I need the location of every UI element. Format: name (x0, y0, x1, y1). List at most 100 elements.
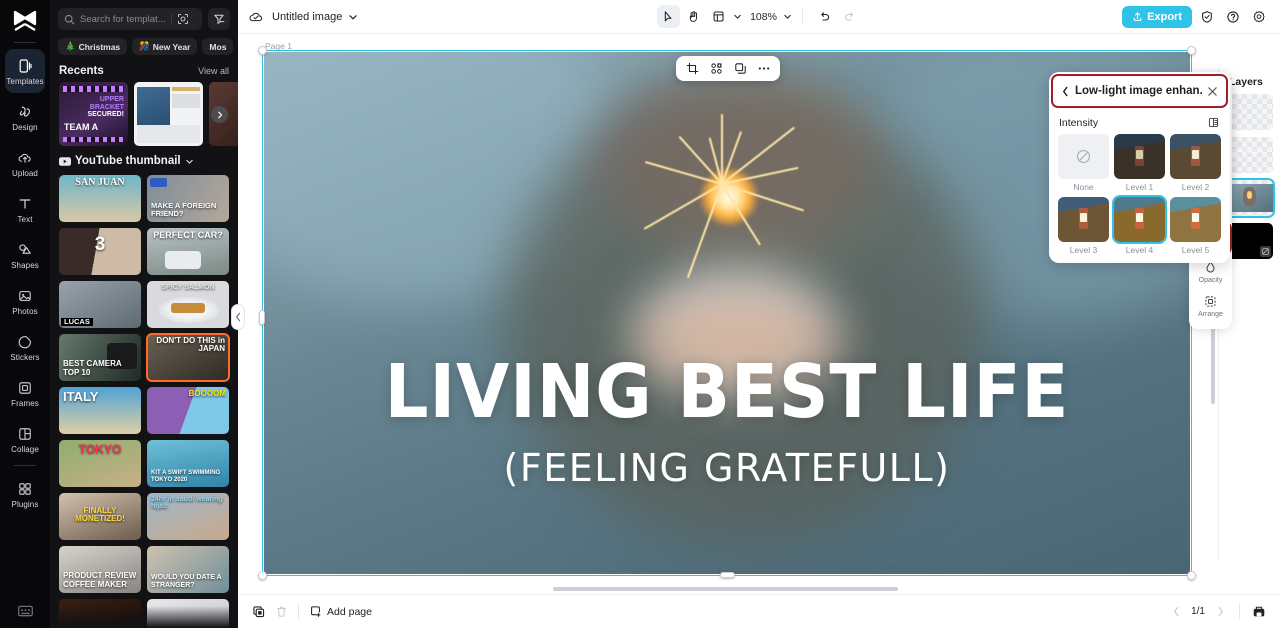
next-page-button[interactable] (1209, 601, 1231, 623)
template-card[interactable]: SPICY SALMON (147, 281, 229, 328)
sidebar-item-upload[interactable]: Upload (5, 141, 45, 185)
canvas-stage[interactable]: Page 1 LIVING BEST LIFE (FEELING GRATEFU… (238, 34, 1280, 594)
print-button[interactable] (1248, 601, 1270, 623)
chip-christmas[interactable]: 🎄 Christmas (58, 38, 128, 55)
template-card[interactable]: PREP & PACK (59, 599, 141, 628)
template-card[interactable]: TOKYO (59, 440, 141, 487)
layer-item-text[interactable]: LIVING BEST LIFE (1226, 137, 1273, 173)
chip-most[interactable]: Mos (202, 38, 234, 55)
category-header[interactable]: YouTube thumbnail (50, 146, 238, 172)
sidebar-item-design[interactable]: Design (5, 95, 45, 139)
sidebar-item-stickers[interactable]: Stickers (5, 325, 45, 369)
template-card[interactable]: ITALY (59, 387, 141, 434)
more-options-button[interactable] (753, 58, 775, 79)
layer-item-background[interactable] (1226, 223, 1273, 259)
layer-item-transparent[interactable] (1226, 94, 1273, 130)
template-card-label: SAN JUAN (75, 177, 125, 188)
template-card[interactable]: KIT A SWIFT SWIMMING TOKYO 2020 (147, 440, 229, 487)
template-card[interactable]: BEST CAMERA TOP 10 (59, 334, 141, 381)
canvas-subtitle-text[interactable]: (FEELING GRATEFULL) (264, 449, 1190, 487)
sidebar-item-collage[interactable]: Collage (5, 417, 45, 461)
chevron-down-icon[interactable] (783, 12, 792, 21)
prev-page-button[interactable] (1165, 601, 1187, 623)
template-card[interactable]: LUCAS (59, 281, 141, 328)
resize-handle-middle-left[interactable] (259, 310, 265, 325)
level-option-4[interactable]: Level 4 (1112, 195, 1167, 255)
help-button[interactable] (1221, 5, 1244, 28)
template-card[interactable]: BOOOOM (147, 387, 229, 434)
sidebar-item-text[interactable]: Text (5, 187, 45, 231)
redo-button[interactable] (838, 5, 861, 28)
level-thumbnail (1170, 134, 1221, 179)
layer-item-photo[interactable] (1224, 178, 1275, 218)
shield-button[interactable] (1195, 5, 1218, 28)
crop-button[interactable] (681, 58, 703, 79)
template-card-label: SPICY SALMON (161, 284, 215, 291)
template-card[interactable]: MAKE A FOREIGN FRIEND? (147, 175, 229, 222)
resize-handle-bottom-left[interactable] (258, 571, 267, 580)
sidebar-item-frames[interactable]: Frames (5, 371, 45, 415)
resize-handle-top-left[interactable] (258, 46, 267, 55)
horizontal-scrollbar[interactable] (553, 587, 898, 591)
view-all-link[interactable]: View all (198, 66, 229, 76)
filter-button[interactable] (208, 8, 230, 30)
tool-arrange[interactable]: Arrange (1191, 290, 1230, 322)
sidebar-item-photos[interactable]: Photos (5, 279, 45, 323)
sidebar-item-shapes[interactable]: Shapes (5, 233, 45, 277)
layout-tool-button[interactable] (707, 5, 730, 28)
level-option-5[interactable]: Level 5 (1170, 197, 1221, 255)
sidebar-item-plugins[interactable]: Plugins (5, 472, 45, 516)
template-card[interactable]: WOULD YOU DATE A STRANGER? (147, 546, 229, 593)
recent-card[interactable] (134, 82, 203, 146)
resize-handle-top-right[interactable] (1187, 46, 1196, 55)
template-card[interactable]: 24hr in saudi wearing hijab (147, 493, 229, 540)
canvas-title-text[interactable]: LIVING BEST LIFE (296, 355, 1157, 429)
compare-icon[interactable] (1207, 116, 1220, 129)
add-page-button[interactable]: Add page (309, 605, 372, 618)
collage-icon (17, 425, 33, 443)
duplicate-button[interactable] (729, 58, 751, 79)
visual-search-icon[interactable] (177, 13, 189, 25)
template-card[interactable]: DON'T DO THIS in JAPAN (146, 333, 230, 382)
duplicate-page-button[interactable] (248, 601, 270, 623)
capcut-cloud-icon[interactable] (248, 9, 264, 25)
recents-title: Recents (59, 65, 104, 77)
level-option-none[interactable]: None (1058, 134, 1109, 192)
level-option-1[interactable]: Level 1 (1114, 134, 1165, 192)
chevron-down-icon[interactable] (733, 12, 742, 21)
document-title[interactable]: Untitled image (272, 11, 342, 23)
resize-handle-bottom-center[interactable] (720, 572, 735, 578)
chip-new-year[interactable]: 🎊 New Year (132, 38, 198, 55)
delete-page-button[interactable] (270, 601, 292, 623)
template-card[interactable]: SAN JUAN (59, 175, 141, 222)
settings-button[interactable] (1247, 5, 1270, 28)
smart-tools-button[interactable] (705, 58, 727, 79)
undo-button[interactable] (813, 5, 836, 28)
template-card[interactable]: PRODUCT REVIEW COFFEE MAKER (59, 546, 141, 593)
select-tool-button[interactable] (657, 5, 681, 28)
chevron-down-icon[interactable] (348, 12, 358, 22)
export-button[interactable]: Export (1122, 5, 1192, 28)
level-option-3[interactable]: Level 3 (1058, 197, 1109, 255)
search-input[interactable]: Search for templat... (58, 8, 202, 30)
level-option-2[interactable]: Level 2 (1170, 134, 1221, 192)
template-card[interactable]: FINALLY MONETIZED! (59, 493, 141, 540)
level-label: None (1073, 182, 1094, 192)
template-card[interactable]: Apple Watch Ban (147, 599, 229, 628)
collapse-panel-button[interactable] (231, 304, 245, 330)
magic-wand-icon (710, 63, 722, 74)
layout-icon (713, 11, 724, 22)
recents-next-button[interactable] (211, 106, 228, 123)
resize-handle-bottom-right[interactable] (1187, 571, 1196, 580)
sidebar-item-templates[interactable]: Templates (5, 49, 45, 93)
close-icon[interactable] (1207, 86, 1218, 97)
template-card[interactable]: PERFECT CAR? (147, 228, 229, 275)
hand-tool-button[interactable] (682, 5, 705, 28)
keyboard-shortcut-button[interactable] (0, 604, 50, 618)
sidebar-item-label: Upload (12, 168, 38, 178)
template-card[interactable]: 3 (59, 228, 141, 275)
zoom-level[interactable]: 108% (750, 11, 777, 23)
recent-card[interactable]: UPPER BRACKET SECURED! TEAM A (59, 82, 128, 146)
chevron-left-icon[interactable] (1061, 86, 1070, 97)
capcut-logo-icon[interactable] (7, 6, 43, 36)
